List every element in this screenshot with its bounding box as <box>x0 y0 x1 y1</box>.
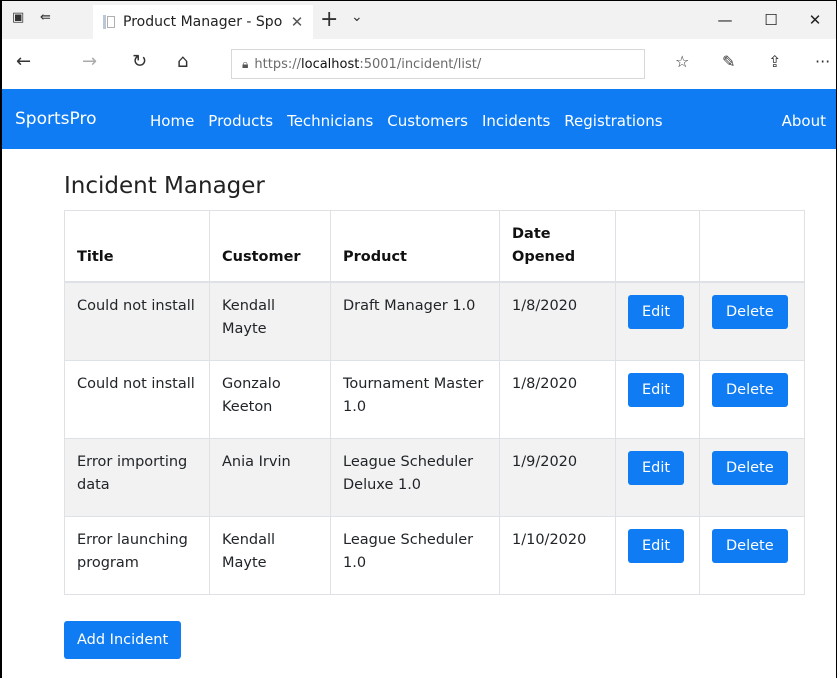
cell-edit: Edit <box>615 515 700 595</box>
edit-button[interactable]: Edit <box>628 295 685 329</box>
cell-customer: Gonzalo Keeton <box>209 359 331 439</box>
site-navbar: SportsPro Home Products Technicians Cust… <box>2 89 836 149</box>
column-header-product: Product <box>330 210 500 283</box>
cell-title: Could not install <box>64 281 210 361</box>
cell-customer: Kendall Mayte <box>209 515 331 595</box>
cell-product: League Scheduler 1.0 <box>330 515 500 595</box>
lock-icon: 🔒︎ <box>242 56 249 71</box>
incident-table: Title Customer Product Date Opened Could… <box>64 210 805 595</box>
column-header-title: Title <box>64 210 210 283</box>
new-tab-button[interactable]: + <box>320 7 338 33</box>
delete-button[interactable]: Delete <box>712 295 788 329</box>
nav-registrations[interactable]: Registrations <box>564 112 662 130</box>
url-host: localhost <box>301 56 360 72</box>
browser-tab[interactable]: Product Manager - Spo ✕ <box>93 5 313 39</box>
url-path: :5001/incident/list/ <box>359 56 482 72</box>
delete-button[interactable]: Delete <box>712 528 788 563</box>
cell-title: Error importing data <box>64 437 210 517</box>
delete-button[interactable]: Delete <box>712 372 788 407</box>
table-row: Error launching program Kendall Mayte Le… <box>64 515 805 595</box>
nav-products[interactable]: Products <box>208 112 273 130</box>
minimize-button[interactable]: — <box>702 5 748 35</box>
edit-button[interactable]: Edit <box>628 450 685 485</box>
close-window-button[interactable]: ✕ <box>792 5 838 35</box>
cell-product: League Scheduler Deluxe 1.0 <box>330 437 500 517</box>
cell-edit: Edit <box>615 281 700 361</box>
page-favicon-icon <box>103 15 115 29</box>
cell-delete: Delete <box>699 437 805 517</box>
brand-link[interactable]: SportsPro <box>15 109 96 129</box>
url-scheme: https:// <box>254 56 301 72</box>
share-icon[interactable]: ⇪ <box>768 52 781 71</box>
nav-about[interactable]: About <box>782 112 826 130</box>
nav-customers[interactable]: Customers <box>387 112 468 130</box>
edit-button[interactable]: Edit <box>628 372 685 407</box>
table-row: Could not install Gonzalo Keeton Tournam… <box>64 359 805 439</box>
table-row: Error importing data Ania Irvin League S… <box>64 437 805 517</box>
column-header-customer: Customer <box>209 210 331 283</box>
forward-arrow-icon[interactable]: → <box>82 51 97 72</box>
nav-home[interactable]: Home <box>150 112 194 130</box>
cell-product: Tournament Master 1.0 <box>330 359 500 439</box>
table-header-row: Title Customer Product Date Opened <box>64 210 805 283</box>
favorites-icon[interactable]: ☆ <box>675 52 689 71</box>
tab-strip: ▣ ⇚ Product Manager - Spo ✕ + ⌄ — ☐ ✕ <box>2 1 836 39</box>
cell-delete: Delete <box>699 359 805 439</box>
back-arrow-icon[interactable]: ← <box>16 51 31 72</box>
cell-edit: Edit <box>615 437 700 517</box>
tab-actions-icon[interactable]: ▣ <box>12 10 24 25</box>
set-aside-tabs-icon[interactable]: ⇚ <box>40 10 51 25</box>
cell-date: 1/10/2020 <box>499 515 616 595</box>
nav-links: Home Products Technicians Customers Inci… <box>150 112 677 130</box>
cell-date: 1/8/2020 <box>499 281 616 361</box>
table-row: Could not install Kendall Mayte Draft Ma… <box>64 281 805 361</box>
cell-date: 1/9/2020 <box>499 437 616 517</box>
cell-customer: Ania Irvin <box>209 437 331 517</box>
cell-date: 1/8/2020 <box>499 359 616 439</box>
address-bar[interactable]: 🔒︎ https:// localhost :5001/incident/lis… <box>231 49 645 79</box>
browser-window: ▣ ⇚ Product Manager - Spo ✕ + ⌄ — ☐ ✕ ← … <box>0 0 837 678</box>
delete-button[interactable]: Delete <box>712 450 788 485</box>
tab-close-icon[interactable]: ✕ <box>289 13 305 31</box>
more-icon[interactable]: ··· <box>815 52 830 71</box>
cell-delete: Delete <box>699 281 805 361</box>
cell-title: Error launching program <box>64 515 210 595</box>
pen-icon[interactable]: ✎ <box>722 52 735 71</box>
cell-title: Could not install <box>64 359 210 439</box>
nav-technicians[interactable]: Technicians <box>287 112 373 130</box>
cell-edit: Edit <box>615 359 700 439</box>
cell-product: Draft Manager 1.0 <box>330 281 500 361</box>
cell-customer: Kendall Mayte <box>209 281 331 361</box>
edit-button[interactable]: Edit <box>628 528 685 563</box>
add-incident-button[interactable]: Add Incident <box>64 621 182 659</box>
cell-delete: Delete <box>699 515 805 595</box>
column-header-edit <box>615 210 700 283</box>
refresh-icon[interactable]: ↻ <box>132 51 147 72</box>
column-header-date-opened: Date Opened <box>499 210 616 283</box>
page-title: Incident Manager <box>64 173 265 199</box>
column-header-delete <box>699 210 805 283</box>
nav-incidents[interactable]: Incidents <box>482 112 550 130</box>
tab-menu-chevron-icon[interactable]: ⌄ <box>351 9 363 25</box>
tab-title: Product Manager - Spo <box>123 14 283 30</box>
home-icon[interactable]: ⌂ <box>177 51 188 72</box>
maximize-button[interactable]: ☐ <box>748 5 794 35</box>
address-toolbar: ← → ↻ ⌂ 🔒︎ https:// localhost :5001/inci… <box>2 39 836 89</box>
